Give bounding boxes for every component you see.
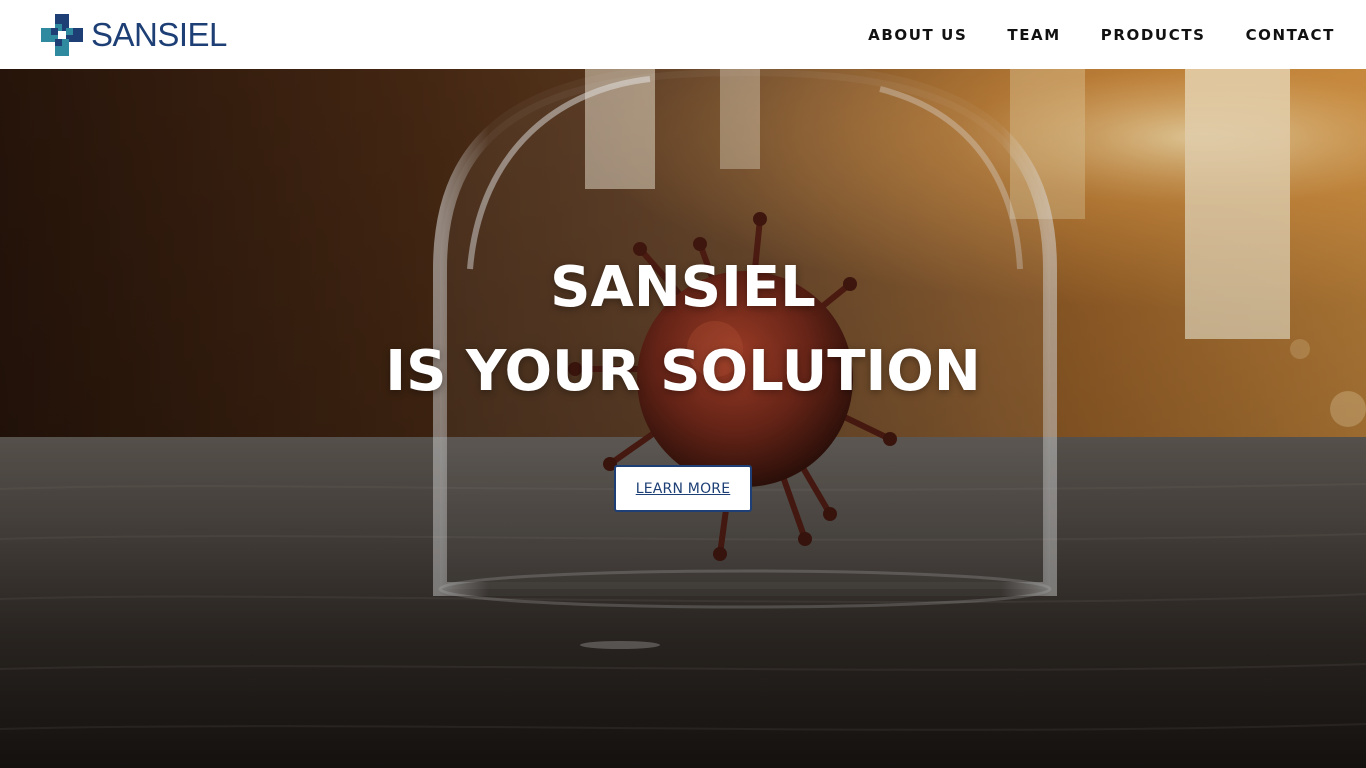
brand-logo-link[interactable]: SANSIEL xyxy=(41,14,227,56)
nav-team[interactable]: TEAM xyxy=(1007,26,1060,44)
hero-section: SANSIEL IS YOUR SOLUTION LEARN MORE xyxy=(0,69,1366,768)
hero-title-line-1: SANSIEL xyxy=(550,255,816,320)
learn-more-button[interactable]: LEARN MORE xyxy=(614,465,752,512)
site-header: SANSIEL ABOUT US TEAM PRODUCTS CONTACT xyxy=(0,0,1366,69)
nav-contact[interactable]: CONTACT xyxy=(1246,26,1335,44)
hero-title-line-2: IS YOUR SOLUTION xyxy=(385,339,981,404)
cross-pixel-icon xyxy=(41,14,83,56)
main-nav: ABOUT US TEAM PRODUCTS CONTACT xyxy=(868,0,1335,69)
hero-content: SANSIEL IS YOUR SOLUTION LEARN MORE xyxy=(0,69,1366,768)
nav-products[interactable]: PRODUCTS xyxy=(1101,26,1206,44)
nav-about-us[interactable]: ABOUT US xyxy=(868,26,967,44)
brand-name: SANSIEL xyxy=(91,16,227,53)
